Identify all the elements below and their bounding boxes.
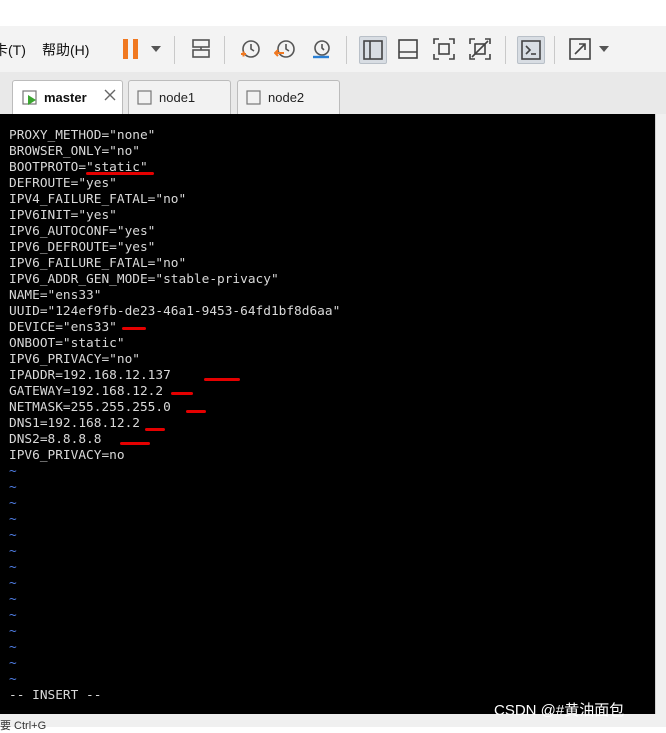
empty-line-tilde: ~	[9, 560, 17, 575]
send-ctrl-alt-del-button[interactable]	[189, 37, 213, 61]
watermark: CSDN @#黄油面包	[494, 702, 625, 719]
terminal-line: IPV6_ADDR_GEN_MODE="stable-privacy"	[9, 272, 279, 287]
tab-label: node2	[268, 90, 305, 105]
terminal-line: DNS1=192.168.12.2	[9, 416, 140, 431]
red-annotation-underline	[120, 442, 150, 445]
empty-line-tilde: ~	[9, 608, 17, 623]
terminal-line: IPV6INIT="yes"	[9, 208, 117, 223]
tab-master[interactable]: master	[12, 80, 123, 115]
empty-line-tilde: ~	[9, 576, 17, 591]
normal-view-icon	[363, 40, 383, 60]
vm-running-icon	[22, 90, 37, 105]
vertical-scrollbar[interactable]	[655, 114, 666, 714]
terminal-line: BROWSER_ONLY="no"	[9, 144, 140, 159]
terminal-line: ONBOOT="static"	[9, 336, 125, 351]
stretch-dropdown-caret[interactable]	[599, 46, 609, 52]
snapshot-icon	[241, 40, 260, 58]
stretch-icon	[569, 38, 591, 60]
snapshot-manager-button[interactable]	[309, 37, 333, 61]
tab-label: node1	[159, 90, 196, 105]
vim-mode-indicator: -- INSERT --	[9, 688, 102, 703]
tab-node1[interactable]: node1	[128, 80, 231, 114]
vm-console-terminal[interactable]: PROXY_METHOD="none" BROWSER_ONLY="no" BOOT…	[0, 114, 655, 714]
pause-dropdown-caret[interactable]	[151, 46, 161, 52]
empty-line-tilde: ~	[9, 464, 17, 479]
red-annotation-underline	[204, 378, 240, 381]
terminal-line: NAME="ens33"	[9, 288, 102, 303]
terminal-line: DNS2=8.8.8.8	[9, 432, 102, 447]
empty-line-tilde: ~	[9, 656, 17, 671]
unity-button[interactable]	[468, 37, 492, 61]
terminal-line: NETMASK=255.255.255.0	[9, 400, 171, 415]
empty-line-tilde: ~	[9, 480, 17, 495]
empty-line-tilde: ~	[9, 496, 17, 511]
vm-icon	[137, 90, 152, 105]
terminal-line: IPV6_FAILURE_FATAL="no"	[9, 256, 187, 271]
toolbar-separator	[505, 36, 506, 64]
vm-tab-bar: master node1 node2	[0, 72, 666, 115]
pause-icon	[123, 39, 138, 59]
red-annotation-underline	[171, 392, 193, 395]
terminal-line: DEVICE="ens33"	[9, 320, 117, 335]
toolbar-separator	[346, 36, 347, 64]
empty-line-tilde: ~	[9, 512, 17, 527]
revert-snapshot-icon	[274, 40, 295, 58]
fullscreen-button[interactable]	[432, 37, 456, 61]
red-annotation-underline	[145, 428, 165, 431]
console-view-button[interactable]	[517, 36, 545, 64]
empty-line-tilde: ~	[9, 640, 17, 655]
terminal-line: IPADDR=192.168.12.137	[9, 368, 171, 383]
empty-line-tilde: ~	[9, 528, 17, 543]
terminal-line: UUID="124ef9fb-de23-46a1-9453-64fd1bf8d6…	[9, 304, 341, 319]
console-view-icon	[521, 40, 541, 60]
toolbar-separator	[554, 36, 555, 64]
terminal-line: IPV6_DEFROUTE="yes"	[9, 240, 156, 255]
empty-line-tilde: ~	[9, 672, 17, 687]
terminal-line: IPV6_PRIVACY=no	[9, 448, 125, 463]
normal-view-button[interactable]	[359, 36, 387, 64]
terminal-line: IPV4_FAILURE_FATAL="no"	[9, 192, 187, 207]
terminal-line: IPV6_AUTOCONF="yes"	[9, 224, 156, 239]
terminal-line: GATEWAY=192.168.12.2	[9, 384, 164, 399]
stretch-button[interactable]	[568, 37, 592, 61]
fullscreen-icon	[433, 38, 455, 60]
toolbar-separator	[174, 36, 175, 64]
menu-help[interactable]: 帮助(H)	[42, 40, 89, 60]
empty-line-tilde: ~	[9, 624, 17, 639]
status-text: 要 Ctrl+G	[0, 720, 47, 732]
red-annotation-underline	[86, 172, 154, 175]
revert-snapshot-button[interactable]	[273, 37, 297, 61]
window-top-strip	[0, 0, 666, 27]
terminal-line: DEFROUTE="yes"	[9, 176, 117, 191]
menu-toolbar: 卡(T) 帮助(H)	[0, 26, 666, 72]
toolbar-separator	[224, 36, 225, 64]
unity-icon	[469, 38, 491, 60]
tab-label: master	[44, 90, 87, 105]
terminal-line: PROXY_METHOD="none"	[9, 128, 156, 143]
empty-line-tilde: ~	[9, 592, 17, 607]
empty-line-tilde: ~	[9, 544, 17, 559]
close-icon[interactable]	[102, 87, 118, 103]
send-ctrl-alt-del-icon	[192, 39, 210, 58]
vm-icon	[246, 90, 261, 105]
menu-tools[interactable]: 卡(T)	[0, 40, 26, 60]
thumbnail-view-button[interactable]	[396, 37, 420, 61]
manage-snapshots-icon	[313, 40, 330, 59]
take-snapshot-button[interactable]	[238, 37, 262, 61]
red-annotation-underline	[186, 410, 206, 413]
terminal-line: IPV6_PRIVACY="no"	[9, 352, 140, 367]
red-annotation-underline	[122, 327, 146, 330]
pause-button[interactable]	[119, 37, 143, 61]
tab-node2[interactable]: node2	[237, 80, 340, 114]
thumbnail-view-icon	[398, 39, 418, 59]
